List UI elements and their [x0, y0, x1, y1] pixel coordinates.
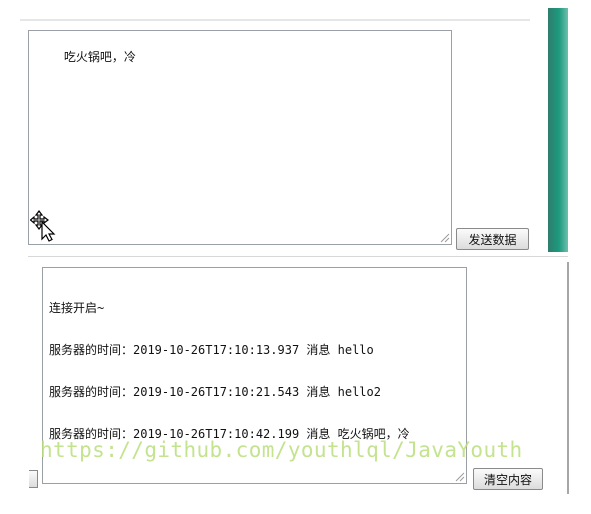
message-input[interactable]: 吃火锅吧，冷	[28, 30, 452, 245]
message-input-value: 吃火锅吧，冷	[63, 50, 136, 64]
log-line: 服务器的时间：2019-10-26T17:10:13.937 消息 hello	[49, 343, 374, 357]
clear-content-button[interactable]: 清空内容	[473, 468, 543, 490]
right-accent-panel	[548, 8, 568, 252]
websocket-demo-page: 吃火锅吧，冷 发送数据 连接开启~ 服务器的时间：2019-10-26T17:1…	[0, 0, 591, 514]
middle-divider	[28, 256, 568, 257]
top-divider	[20, 19, 530, 21]
move-cursor-icon	[30, 210, 56, 242]
log-line: 服务器的时间：2019-10-26T17:10:21.543 消息 hello2	[49, 385, 381, 399]
watermark-text: https://github.com/youthlql/JavaYouth	[40, 438, 523, 462]
log-line: 连接开启~	[49, 301, 105, 315]
send-data-button[interactable]: 发送数据	[456, 228, 529, 250]
right-divider	[567, 262, 569, 494]
partial-button[interactable]	[29, 470, 38, 488]
resize-grip-icon[interactable]	[453, 470, 465, 482]
resize-grip-icon[interactable]	[438, 231, 450, 243]
